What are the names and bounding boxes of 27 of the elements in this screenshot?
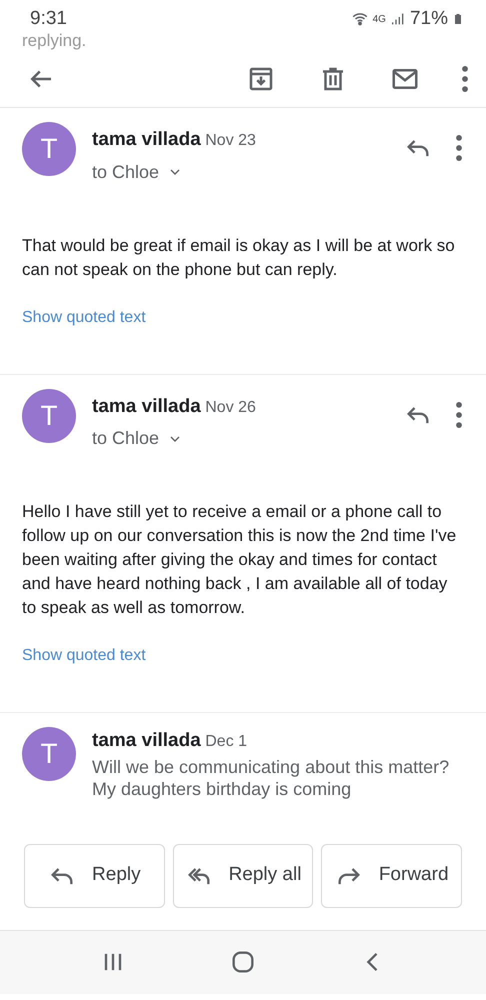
- avatar: T: [22, 388, 76, 442]
- signal-icon: [390, 11, 406, 27]
- message-date: Nov 23: [205, 132, 256, 149]
- message-date: Nov 26: [205, 398, 256, 416]
- message-snippet: Will we be communicating about this matter? My daughters birthday is coming: [92, 756, 450, 800]
- recipient-label: to Chloe: [92, 160, 160, 184]
- message-body: That would be great if email is okay as I will be at work so can not speak on the phone but can reply.: [22, 234, 456, 280]
- more-icon: [462, 66, 468, 92]
- show-quoted-link[interactable]: Show quoted text: [22, 644, 146, 668]
- sender-name: tama villada: [92, 129, 201, 150]
- recipient-label: to Chloe: [92, 427, 160, 450]
- message-date: Dec 1: [205, 733, 248, 750]
- avatar: T: [22, 122, 76, 176]
- more-icon: [456, 135, 462, 161]
- more-icon: [456, 402, 462, 428]
- message-body: Hello I have still yet to receive a email or a phone call to follow up on our conversation this is now the 2nd time I've been waiting after giving the okay and times for contact and have heard nothing back , I am available all of today to speak as well as tomorrow.: [22, 501, 458, 619]
- reply-all-button[interactable]: Reply all: [172, 844, 314, 908]
- avatar: T: [22, 727, 76, 781]
- banner-text: replying.: [22, 31, 86, 50]
- sender-name: tama villada: [92, 730, 201, 751]
- status-time: 9:31: [30, 6, 67, 31]
- battery-level: 71%: [410, 6, 448, 31]
- sender-name: tama villada: [92, 396, 201, 416]
- forward-button[interactable]: Forward: [321, 844, 462, 908]
- reply-button[interactable]: Reply: [24, 844, 165, 908]
- show-quoted-link[interactable]: Show quoted text: [22, 306, 146, 330]
- network-label: 4G: [372, 12, 386, 26]
